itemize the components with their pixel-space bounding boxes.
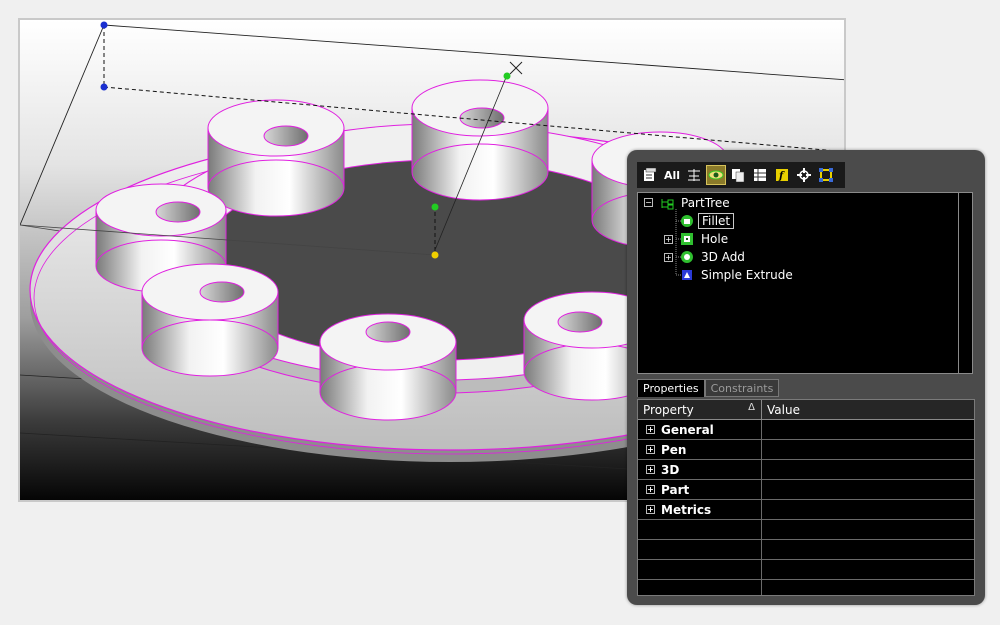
- property-row-pen[interactable]: + Pen: [638, 440, 974, 460]
- 3d-add-icon: [680, 250, 694, 264]
- property-row-general[interactable]: + General: [638, 420, 974, 440]
- property-value[interactable]: [762, 500, 974, 519]
- tree-item-fillet[interactable]: Fillet: [680, 213, 735, 229]
- control-handle[interactable]: [431, 251, 439, 259]
- tree-item-simple-extrude[interactable]: Simple Extrude: [680, 267, 796, 283]
- show-hide-icon[interactable]: [685, 166, 703, 184]
- grid-header: Property Δ Value: [638, 400, 974, 420]
- control-handle[interactable]: [100, 21, 108, 29]
- table-icon[interactable]: [751, 166, 769, 184]
- expand-icon[interactable]: +: [646, 485, 655, 494]
- expand-icon[interactable]: +: [646, 425, 655, 434]
- expand-icon[interactable]: +: [664, 253, 673, 262]
- tab-properties[interactable]: Properties: [637, 379, 705, 397]
- empty-row: [638, 540, 974, 560]
- function-icon[interactable]: f: [773, 166, 791, 184]
- panel-tabs: Properties Constraints: [637, 379, 780, 397]
- property-column-header[interactable]: Property Δ: [638, 400, 762, 419]
- control-handle[interactable]: [100, 83, 108, 91]
- part-tree-icon: [660, 196, 674, 210]
- property-value[interactable]: [762, 460, 974, 479]
- tree-item-3d-add[interactable]: + 3D Add: [664, 249, 748, 265]
- tree-scrollbar[interactable]: [958, 193, 972, 373]
- sort-ascending-icon[interactable]: Δ: [748, 402, 755, 413]
- tree-item-hole[interactable]: + Hole: [664, 231, 731, 247]
- part-tree-panel: All f − PartTree Fillet + Hole + 3D Add …: [627, 150, 985, 605]
- extrude-icon: [680, 268, 694, 282]
- hole-icon: [680, 232, 694, 246]
- control-handle[interactable]: [503, 72, 511, 80]
- property-grid: Property Δ Value + General + Pen +3D + Part…: [637, 399, 975, 596]
- property-value[interactable]: [762, 480, 974, 499]
- visibility-icon[interactable]: [706, 165, 726, 185]
- empty-row: [638, 580, 974, 595]
- expand-icon[interactable]: +: [664, 235, 673, 244]
- expand-icon[interactable]: +: [646, 505, 655, 514]
- copy-icon[interactable]: [729, 166, 747, 184]
- fillet-icon: [680, 214, 694, 228]
- properties-icon[interactable]: [641, 166, 659, 184]
- select-frame-icon[interactable]: [817, 166, 835, 184]
- value-column-header[interactable]: Value: [762, 400, 974, 419]
- tree-settings-icon[interactable]: [795, 166, 813, 184]
- property-row-3d[interactable]: +3D: [638, 460, 974, 480]
- all-icon[interactable]: All: [663, 166, 681, 184]
- property-value[interactable]: [762, 440, 974, 459]
- expand-icon[interactable]: +: [646, 445, 655, 454]
- empty-row: [638, 520, 974, 540]
- tree-toolbar: All f: [637, 162, 845, 188]
- property-row-part[interactable]: + Part: [638, 480, 974, 500]
- property-value[interactable]: [762, 420, 974, 439]
- tab-constraints[interactable]: Constraints: [704, 379, 780, 397]
- empty-row: [638, 560, 974, 580]
- part-tree[interactable]: − PartTree Fillet + Hole + 3D Add Simple…: [637, 192, 973, 374]
- tree-root[interactable]: − PartTree: [644, 195, 733, 211]
- property-row-metrics[interactable]: + Metrics: [638, 500, 974, 520]
- expand-icon[interactable]: +: [646, 465, 655, 474]
- collapse-icon[interactable]: −: [644, 198, 653, 207]
- control-handle[interactable]: [431, 203, 439, 211]
